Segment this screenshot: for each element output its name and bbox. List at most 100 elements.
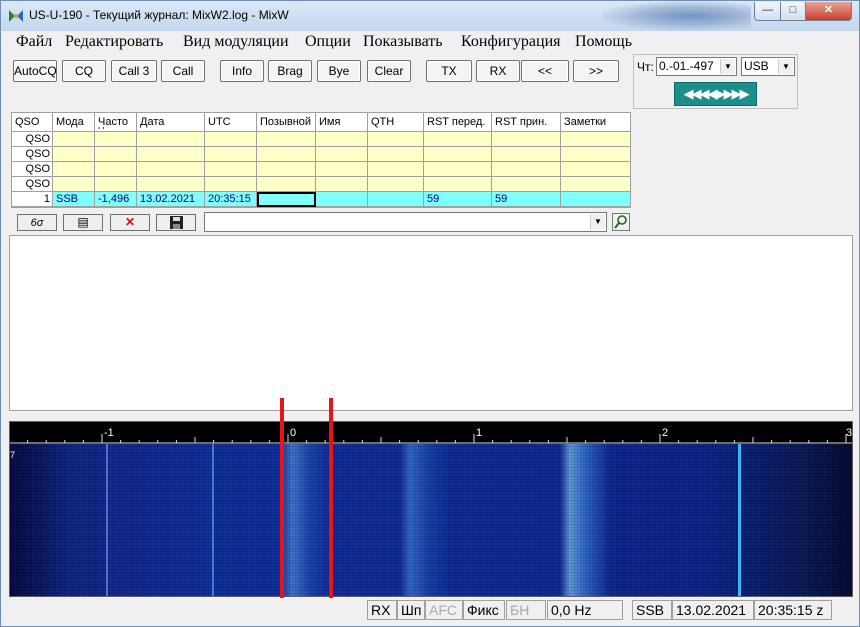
bye-button[interactable]: Bye xyxy=(317,60,361,82)
status-time: 20:35:15 z xyxy=(754,600,832,620)
delete-log-button[interactable]: ✕ xyxy=(110,214,150,231)
column-header[interactable]: RST прин. xyxy=(492,113,561,132)
waterfall-noise xyxy=(10,444,852,596)
tx-button[interactable]: TX xyxy=(426,60,472,82)
mode-select[interactable]: USB ▼ xyxy=(741,57,795,76)
column-header[interactable]: Дата xyxy=(137,113,205,132)
waterfall-display[interactable]: -1 0 1 2 3 7 xyxy=(9,421,853,597)
view-log-button[interactable]: 6σ xyxy=(17,214,57,231)
frequency-cell[interactable]: -1,496 xyxy=(95,192,137,207)
clear-button[interactable]: Clear xyxy=(367,60,411,82)
menu-view[interactable]: Показывать xyxy=(363,33,443,51)
qso-number: 1 xyxy=(12,192,53,207)
chevron-down-icon[interactable]: ▼ xyxy=(590,214,605,230)
column-header[interactable]: Частоы xyxy=(95,113,137,132)
prev-button[interactable]: << xyxy=(521,60,569,82)
carrier-line xyxy=(738,444,741,596)
name-cell[interactable] xyxy=(316,192,368,207)
tuning-marker-left[interactable] xyxy=(280,398,284,624)
status-offset: 0,0 Hz xyxy=(547,600,623,620)
column-header[interactable]: QSO xyxy=(12,113,53,132)
edit-log-button[interactable]: ▤ xyxy=(63,214,103,231)
tune-arrows-bar[interactable]: ◀◀◀◀▶▶▶▶ xyxy=(674,82,757,106)
table-row[interactable]: QSO xyxy=(12,147,630,162)
status-bar: RX Шп AFC Фикс БН 0,0 Hz SSB 13.02.2021 … xyxy=(1,598,859,626)
menu-modulation[interactable]: Вид модуляции xyxy=(183,33,289,51)
chevron-down-icon[interactable]: ▼ xyxy=(778,59,793,74)
tuning-marker-right[interactable] xyxy=(329,398,333,624)
brag-button[interactable]: Brag xyxy=(268,60,312,82)
info-button[interactable]: Info xyxy=(220,60,264,82)
column-header[interactable]: Мода xyxy=(53,113,95,132)
received-text-area[interactable] xyxy=(9,235,853,411)
frequency-label: Чт: xyxy=(637,60,654,74)
save-log-button[interactable] xyxy=(156,214,196,231)
table-row-current[interactable]: 1 SSB -1,496 13.02.2021 20:35:15 59 59 xyxy=(12,192,630,207)
menu-file[interactable]: Файл xyxy=(16,33,52,51)
mode-cell[interactable]: SSB xyxy=(53,192,95,207)
scale-label: 0 xyxy=(290,427,296,439)
notes-cell[interactable] xyxy=(561,192,630,207)
date-cell[interactable]: 13.02.2021 xyxy=(137,192,205,207)
carrier-line xyxy=(106,444,108,596)
rst-received-cell[interactable]: 59 xyxy=(492,192,561,207)
next-button[interactable]: >> xyxy=(573,60,619,82)
call-button[interactable]: Call xyxy=(161,60,205,82)
table-row[interactable]: QSO xyxy=(12,162,630,177)
scale-label: -1 xyxy=(104,427,114,439)
status-date: 13.02.2021 xyxy=(672,600,754,620)
status-squelch[interactable]: Шп xyxy=(397,600,425,620)
frequency-scale: -1 0 1 2 3 xyxy=(10,427,852,444)
status-rx[interactable]: RX xyxy=(367,600,397,620)
status-fix[interactable]: Фикс xyxy=(463,600,505,620)
status-mode: SSB xyxy=(632,600,672,620)
cq-button[interactable]: CQ xyxy=(62,60,106,82)
qth-cell[interactable] xyxy=(368,192,424,207)
status-bn[interactable]: БН xyxy=(506,600,546,620)
delete-icon: ✕ xyxy=(124,215,136,229)
menu-bar: Файл Редактировать Вид модуляции Опции П… xyxy=(8,31,853,53)
frequency-value: 0.-01.-497 xyxy=(659,59,714,73)
window-title: US-U-190 - Текущий журнал: MixW2.log - M… xyxy=(29,8,289,22)
table-row[interactable]: QSO xyxy=(12,132,630,147)
chevron-down-icon[interactable]: ▼ xyxy=(720,59,735,74)
carrier-line xyxy=(212,444,214,596)
table-row[interactable]: QSO xyxy=(12,177,630,192)
call3-button[interactable]: Call 3 xyxy=(111,60,157,82)
minimize-button[interactable]: — xyxy=(754,2,781,21)
menu-help[interactable]: Помощь xyxy=(575,33,632,51)
menu-configuration[interactable]: Конфигурация xyxy=(461,33,561,51)
title-bar: US-U-190 - Текущий журнал: MixW2.log - M… xyxy=(1,1,859,31)
autocq-button[interactable]: AutoCQ xyxy=(13,60,57,82)
column-header[interactable]: RST перед. xyxy=(424,113,492,132)
column-header[interactable]: Позывной xyxy=(257,113,316,132)
column-header[interactable]: QTH xyxy=(368,113,424,132)
menu-options[interactable]: Опции xyxy=(305,33,351,51)
title-background-decoration xyxy=(601,1,751,31)
form-icon: ▤ xyxy=(77,215,89,229)
maximize-button[interactable]: □ xyxy=(780,2,806,21)
search-button[interactable] xyxy=(612,213,630,231)
main-window: US-U-190 - Текущий журнал: MixW2.log - M… xyxy=(0,0,860,627)
scale-side-mark: 7 xyxy=(10,450,16,460)
table-header: QSO Мода Частоы Дата UTC Позывной Имя QT… xyxy=(12,113,630,132)
column-header[interactable]: UTC xyxy=(205,113,257,132)
status-afc[interactable]: AFC xyxy=(425,600,463,620)
callsign-combobox[interactable]: ▼ xyxy=(204,212,607,232)
callsign-cell[interactable] xyxy=(257,192,316,207)
log-table: QSO Мода Частоы Дата UTC Позывной Имя QT… xyxy=(11,112,631,208)
menu-edit[interactable]: Редактировать xyxy=(65,33,163,51)
search-icon xyxy=(614,215,627,229)
frequency-select[interactable]: 0.-01.-497 ▼ xyxy=(656,57,737,76)
scale-label: 3 xyxy=(846,427,852,439)
utc-cell[interactable]: 20:35:15 xyxy=(205,192,257,207)
scale-label: 1 xyxy=(476,427,482,439)
save-icon xyxy=(169,216,183,229)
scale-label: 2 xyxy=(662,427,668,439)
glasses-icon: 6σ xyxy=(30,217,44,229)
column-header[interactable]: Имя xyxy=(316,113,368,132)
close-button[interactable]: ✕ xyxy=(805,2,852,21)
column-header[interactable]: Заметки xyxy=(561,113,630,132)
rst-sent-cell[interactable]: 59 xyxy=(424,192,492,207)
rx-button[interactable]: RX xyxy=(476,60,520,82)
